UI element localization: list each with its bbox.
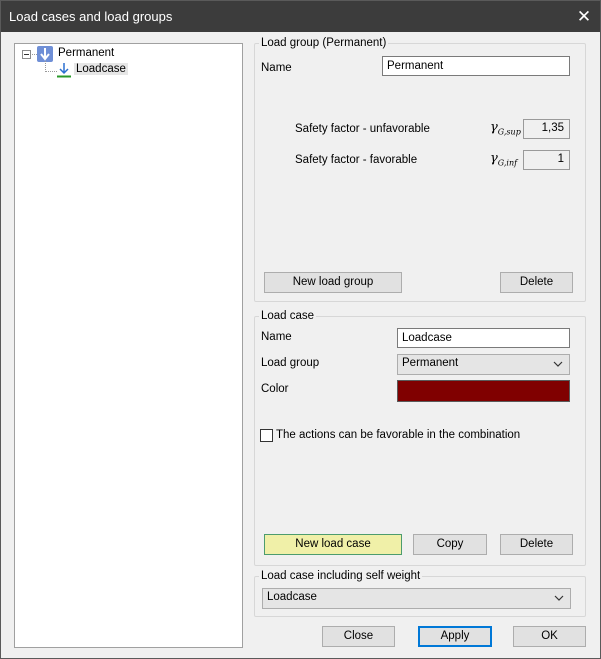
load-group-legend: Load group (Permanent)	[261, 37, 387, 49]
new-load-group-button[interactable]: New load group	[264, 272, 402, 293]
load-group-dropdown-value: Permanent	[402, 357, 459, 369]
favorable-checkbox-label: The actions can be favorable in the comb…	[276, 429, 521, 441]
unfavorable-factor-value[interactable]: 1,35	[523, 119, 570, 139]
color-swatch[interactable]	[397, 380, 570, 402]
close-button[interactable]: Close	[322, 626, 395, 647]
window-title: Load cases and load groups	[9, 9, 173, 24]
group-name-input[interactable]	[382, 56, 570, 76]
self-weight-legend: Load case including self weight	[261, 570, 421, 582]
delete-load-case-button[interactable]: Delete	[500, 534, 573, 555]
load-group-dropdown[interactable]: Permanent	[397, 354, 570, 375]
gamma-subscript-unfav: G,sup	[497, 127, 521, 137]
favorable-checkbox[interactable]	[260, 429, 273, 442]
title-bar: Load cases and load groups ✕	[1, 1, 600, 32]
collapse-toggle-icon[interactable]	[22, 50, 31, 59]
load-case-arrow-icon	[57, 62, 71, 78]
close-icon[interactable]: ✕	[568, 1, 600, 32]
load-tree[interactable]: Permanent Loadcase	[14, 43, 243, 648]
copy-load-case-button[interactable]: Copy	[413, 534, 487, 555]
load-group-icon	[37, 46, 53, 62]
color-label: Color	[261, 383, 289, 395]
new-load-case-button[interactable]: New load case	[264, 534, 402, 555]
chevron-down-icon	[554, 595, 564, 601]
chevron-down-icon	[553, 361, 563, 367]
tree-item-permanent[interactable]: Permanent	[58, 47, 114, 59]
load-group-label: Load group	[261, 357, 320, 369]
dialog-window: Load cases and load groups ✕ Permanent L…	[0, 0, 601, 659]
ok-button[interactable]: OK	[513, 626, 586, 647]
delete-load-group-button[interactable]: Delete	[500, 272, 573, 293]
apply-button[interactable]: Apply	[418, 626, 492, 647]
gamma-gsup-symbol: γG,sup	[490, 120, 521, 137]
favorable-factor-value[interactable]: 1	[523, 150, 570, 170]
gamma-symbol-unfav: γ	[490, 120, 498, 135]
gamma-ginf-symbol: γG,inf	[490, 151, 517, 168]
group-name-label: Name	[261, 62, 292, 74]
gamma-symbol-fav: γ	[490, 151, 498, 166]
unfavorable-factor-label: Safety factor - unfavorable	[295, 123, 430, 135]
self-weight-dropdown-value: Loadcase	[267, 591, 317, 603]
case-name-label: Name	[261, 331, 292, 343]
self-weight-dropdown[interactable]: Loadcase	[262, 588, 571, 609]
load-case-legend: Load case	[261, 310, 315, 322]
tree-item-loadcase[interactable]: Loadcase	[74, 63, 128, 75]
tree-connector	[45, 71, 57, 72]
favorable-factor-label: Safety factor - favorable	[295, 154, 418, 166]
gamma-subscript-fav: G,inf	[497, 158, 518, 168]
case-name-input[interactable]	[397, 328, 570, 348]
